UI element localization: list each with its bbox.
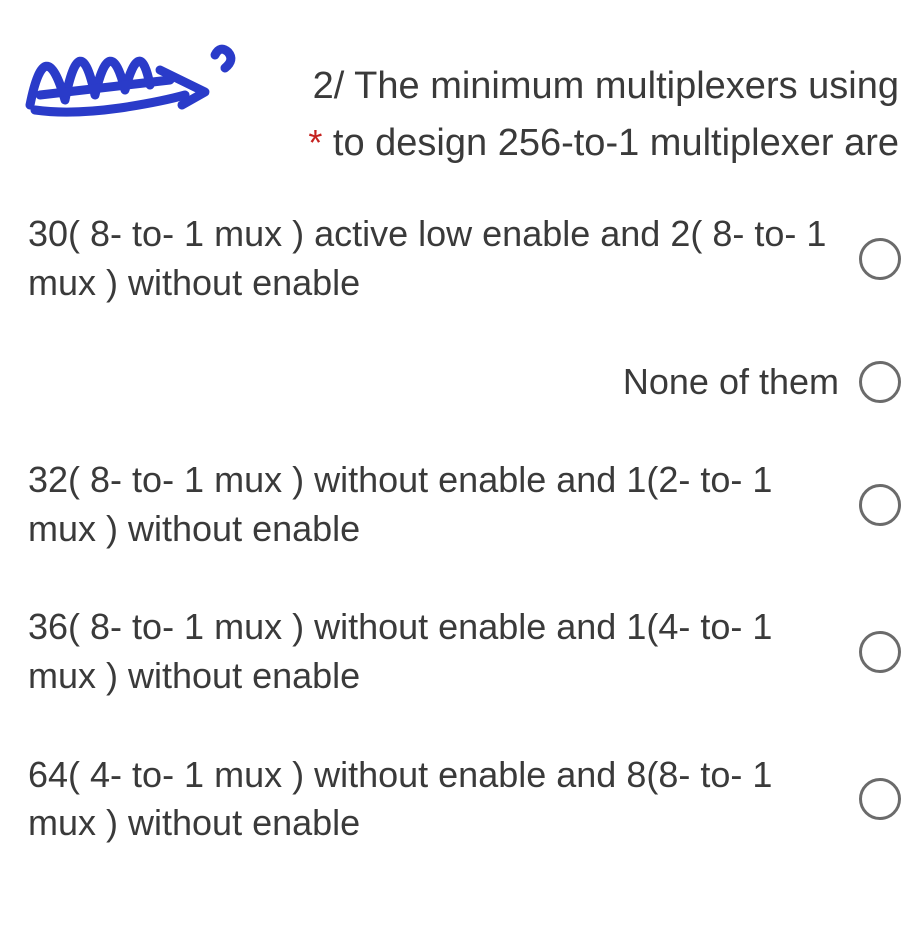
required-asterisk: * <box>308 122 322 163</box>
radio-button[interactable] <box>859 778 901 820</box>
option-row[interactable]: 30( 8- to- 1 mux ) active low enable and… <box>28 210 909 307</box>
radio-button[interactable] <box>859 631 901 673</box>
question-prefix: 2/ <box>313 65 345 107</box>
options-list: 30( 8- to- 1 mux ) active low enable and… <box>0 170 924 847</box>
radio-button[interactable] <box>859 484 901 526</box>
question-text-1: The minimum multiplexers using <box>354 65 899 107</box>
question-header: 2/ The minimum multiplexers using * to d… <box>0 0 924 170</box>
option-label: 32( 8- to- 1 mux ) without enable and 1(… <box>28 456 859 553</box>
radio-button[interactable] <box>859 361 901 403</box>
radio-button[interactable] <box>859 238 901 280</box>
question-text-2: to design 256-to-1 multiplexer are <box>333 122 899 164</box>
option-label: 64( 4- to- 1 mux ) without enable and 8(… <box>28 751 859 848</box>
option-label: 30( 8- to- 1 mux ) active low enable and… <box>28 210 859 307</box>
option-label: 36( 8- to- 1 mux ) without enable and 1(… <box>28 603 859 700</box>
option-row[interactable]: 32( 8- to- 1 mux ) without enable and 1(… <box>28 456 909 553</box>
option-label: None of them <box>28 358 859 407</box>
scribble-annotation <box>10 10 240 140</box>
option-row[interactable]: 36( 8- to- 1 mux ) without enable and 1(… <box>28 603 909 700</box>
option-row[interactable]: 64( 4- to- 1 mux ) without enable and 8(… <box>28 751 909 848</box>
option-row[interactable]: None of them <box>28 358 909 407</box>
